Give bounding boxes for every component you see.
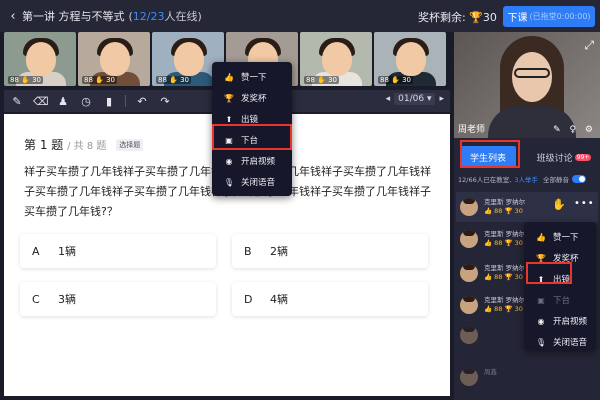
page-select[interactable]: 01/06 ▾ bbox=[394, 93, 436, 105]
menu-item-label: 赞一下 bbox=[553, 233, 579, 243]
stamp-icon[interactable]: ♟ bbox=[56, 95, 70, 108]
student-stats: 👍 88 🏆 30 bbox=[484, 207, 523, 215]
lesson-title: 第一讲 方程与不等式 bbox=[22, 10, 125, 23]
highlight-on-camera bbox=[526, 262, 572, 284]
student-stats: 👍 88 🏆 30 bbox=[484, 273, 523, 281]
student-stat: 88 ✋ 30 bbox=[156, 76, 191, 84]
student-video-thumb[interactable]: 88 ✋ 30 bbox=[374, 32, 446, 86]
pen-icon[interactable]: ✎ bbox=[10, 95, 24, 108]
student-stat: 88 ✋ 30 bbox=[378, 76, 413, 84]
menu-item-label: 赞一下 bbox=[241, 73, 267, 83]
option-a[interactable]: A 1辆 bbox=[20, 234, 216, 268]
teacher-controls[interactable]: ✎ ♀ ⚙ bbox=[553, 125, 596, 135]
menu-item-label: 下台 bbox=[553, 296, 571, 306]
avatar bbox=[460, 368, 478, 386]
undo-icon[interactable]: ↶ bbox=[135, 95, 149, 108]
stage-down-icon: ▣ bbox=[537, 295, 545, 305]
student-stats: 👍 88 🏆 30 bbox=[484, 305, 523, 313]
student-name: 克里斯 罗纳尔 bbox=[484, 296, 526, 304]
menu-item-video[interactable]: ◉ 开启视频 bbox=[212, 150, 292, 172]
timer-icon[interactable]: ◷ bbox=[79, 95, 93, 108]
top-bar: ‹ 第一讲 方程与不等式 (12/23人在线) 奖杯剩余: 🏆30 下课 (已拖堂… bbox=[0, 0, 600, 32]
student-video-thumb[interactable]: 88 ✋ 30 bbox=[4, 32, 76, 86]
discussion-badge: 99+ bbox=[574, 153, 592, 161]
video-icon: ◉ bbox=[537, 316, 545, 326]
menu-item-label: 关闭语音 bbox=[241, 178, 276, 188]
raise-hand-icon: ✋ bbox=[552, 198, 566, 211]
highlight-stage-down bbox=[212, 124, 292, 150]
page-next-button[interactable]: ▸ bbox=[439, 94, 444, 104]
student-name: 克里斯 罗纳尔 bbox=[484, 264, 526, 272]
chart-icon[interactable]: ▮ bbox=[102, 95, 116, 108]
menu-item-label: 关闭语音 bbox=[553, 338, 588, 348]
avatar bbox=[460, 264, 478, 282]
student-name: 克里斯 罗纳尔 bbox=[484, 198, 526, 206]
thumbs-up-icon: 👍 bbox=[224, 72, 234, 82]
mute-all-toggle[interactable] bbox=[571, 175, 586, 183]
student-stat: 88 ✋ 30 bbox=[8, 76, 43, 84]
thumbs-up-icon: 👍 bbox=[536, 232, 546, 242]
online-summary: 12/66人已在教室, 3人举手 全部静音 bbox=[458, 174, 598, 184]
avatar bbox=[460, 198, 478, 216]
menu-item-mic[interactable]: 🎙 关闭语音 bbox=[524, 331, 596, 353]
video-icon: ◉ bbox=[225, 156, 233, 166]
trophy-remaining: 奖杯剩余: 🏆30 bbox=[418, 11, 497, 24]
student-list-row[interactable]: 克里斯 罗纳尔 👍 88 🏆 30 ✋ ••• bbox=[456, 192, 598, 222]
student-stats: 👍 88 🏆 30 bbox=[484, 239, 523, 247]
stage-icon: ⬆ bbox=[225, 114, 233, 124]
menu-item-label: 开启视频 bbox=[241, 157, 276, 167]
avatar bbox=[460, 230, 478, 248]
highlight-student-list bbox=[460, 140, 520, 168]
student-list-row[interactable]: 周鑫 bbox=[456, 362, 598, 392]
end-class-button[interactable]: 下课 (已拖堂0:00:00) bbox=[503, 6, 595, 27]
student-stat: 88 ✋ 30 bbox=[304, 76, 339, 84]
question-header: 第 1 题 / 共 8 题 选择题 bbox=[24, 136, 144, 153]
menu-item-stage-down[interactable]: ▣ 下台 bbox=[524, 289, 596, 311]
menu-item-video[interactable]: ◉ 开启视频 bbox=[524, 310, 596, 332]
menu-item-label: 开启视频 bbox=[553, 317, 588, 327]
trophy-icon: 🏆 bbox=[224, 93, 234, 103]
mic-icon: 🎙 bbox=[223, 177, 235, 187]
toolbar-divider bbox=[125, 95, 126, 107]
online-count: (12/23人在线) bbox=[128, 10, 202, 23]
option-b[interactable]: B 2辆 bbox=[232, 234, 428, 268]
student-video-thumb[interactable]: 88 ✋ 30 bbox=[300, 32, 372, 86]
option-c[interactable]: C 3辆 bbox=[20, 282, 216, 316]
student-name: 周鑫 bbox=[484, 368, 497, 376]
menu-item-thumbs-up[interactable]: 👍 赞一下 bbox=[524, 226, 596, 248]
mic-icon: 🎙 bbox=[535, 337, 547, 347]
question-type-tag: 选择题 bbox=[116, 139, 144, 151]
student-name: 克里斯 罗纳尔 bbox=[484, 230, 526, 238]
teacher-video[interactable]: ⤢ 周老师 ✎ ♀ ⚙ bbox=[454, 32, 600, 138]
student-video-thumb[interactable]: 88 ✋ 30 bbox=[78, 32, 150, 86]
student-context-menu-right: 👍 赞一下 🏆 发奖杯 ⬆ 出镜 ▣ 下台 ◉ 开启视频 🎙 关闭语音 bbox=[524, 222, 596, 350]
menu-item-thumbs-up[interactable]: 👍 赞一下 bbox=[212, 66, 292, 88]
student-stat: 88 ✋ 30 bbox=[82, 76, 117, 84]
option-d[interactable]: D 4辆 bbox=[232, 282, 428, 316]
redo-icon[interactable]: ↷ bbox=[158, 95, 172, 108]
question-number: 第 1 题 bbox=[24, 138, 64, 152]
page-pager: ◂ 01/06 ▾ ▸ bbox=[386, 93, 444, 105]
classroom-app: ‹ 第一讲 方程与不等式 (12/23人在线) 奖杯剩余: 🏆30 下课 (已拖堂… bbox=[0, 0, 600, 400]
trophy-icon: 🏆 bbox=[469, 11, 483, 24]
teacher-name: 周老师 bbox=[458, 125, 486, 135]
chevron-left-icon[interactable]: ‹ bbox=[4, 9, 22, 24]
eraser-icon[interactable]: ⌫ bbox=[33, 95, 49, 108]
menu-item-trophy[interactable]: 🏆 发奖杯 bbox=[212, 87, 292, 109]
menu-item-label: 发奖杯 bbox=[241, 94, 267, 104]
question-total: / 共 8 题 bbox=[67, 141, 107, 152]
menu-item-mic[interactable]: 🎙 关闭语音 bbox=[212, 171, 292, 193]
page-prev-button[interactable]: ◂ bbox=[386, 94, 391, 104]
avatar bbox=[460, 296, 478, 314]
tab-class-discussion[interactable]: 班级讨论 99+ bbox=[534, 146, 594, 168]
more-icon[interactable]: ••• bbox=[574, 198, 595, 209]
avatar bbox=[460, 326, 478, 344]
expand-icon[interactable]: ⤢ bbox=[584, 38, 594, 53]
